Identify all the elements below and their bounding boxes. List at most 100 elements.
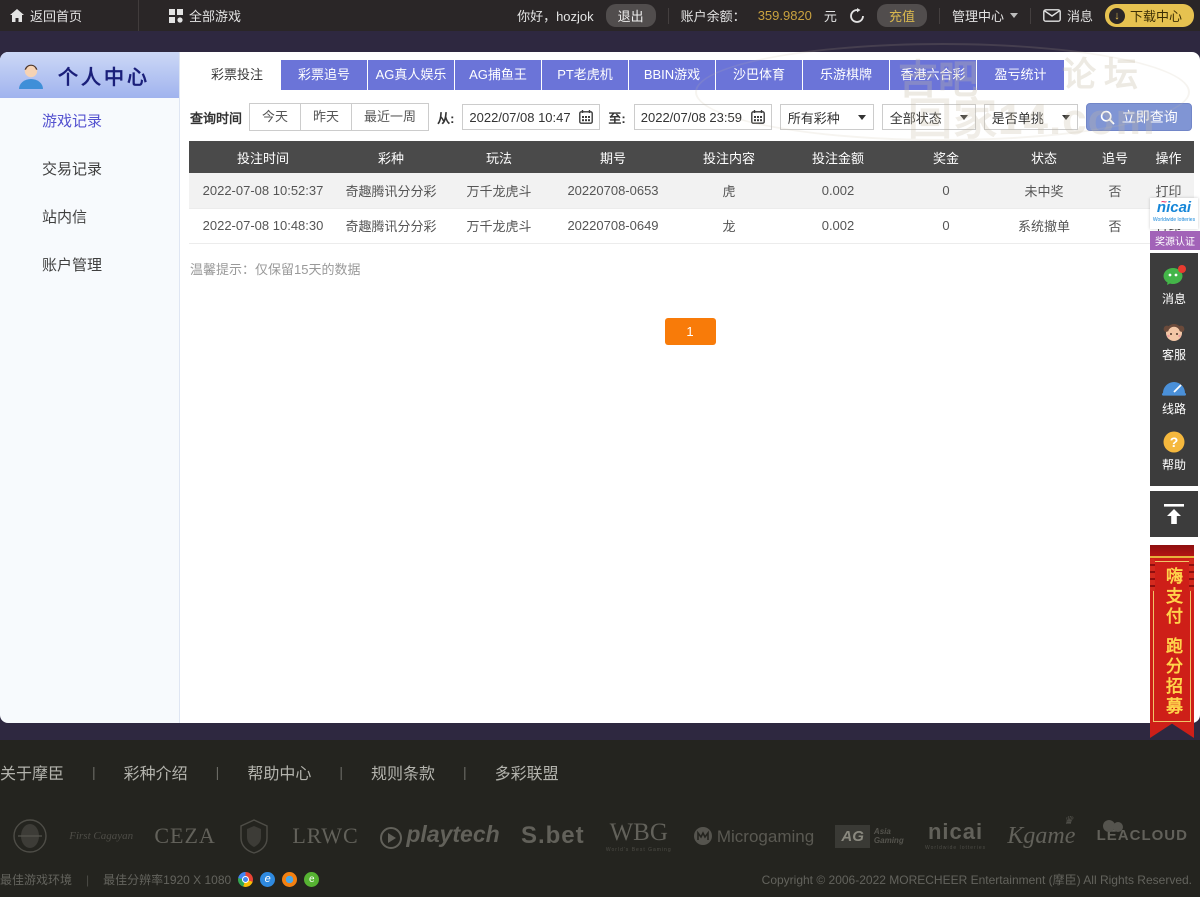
message-link[interactable]: 消息 xyxy=(1043,6,1093,25)
all-games-label: 全部游戏 xyxy=(189,6,241,25)
tab-lottery-chase[interactable]: 彩票追号 xyxy=(281,60,368,90)
sidebar-item-transaction-records[interactable]: 交易记录 xyxy=(0,146,179,194)
col-bet-time: 投注时间 xyxy=(189,141,337,173)
content-card: 个人中心 游戏记录 交易记录 站内信 账户管理 彩票投注 彩票追号 AG真人娱乐… xyxy=(0,52,1200,723)
sidebar-item-game-records[interactable]: 游戏记录 xyxy=(0,98,179,146)
back-home-link[interactable]: 返回首页 xyxy=(10,6,82,25)
nicai-logo-badge[interactable]: ~nicai Worldwide lotteries xyxy=(1150,198,1198,229)
ribbon-tassel xyxy=(1189,559,1194,591)
tab-saba-sports[interactable]: 沙巴体育 xyxy=(716,60,803,90)
search-button[interactable]: 立即查询 xyxy=(1086,103,1192,131)
lines-item[interactable]: 线路 xyxy=(1150,370,1198,424)
footer-link-alliance[interactable]: 多彩联盟 xyxy=(495,760,559,784)
back-to-top-button[interactable] xyxy=(1150,491,1198,537)
microgaming-logo: Microgaming xyxy=(693,826,814,846)
from-date-input[interactable]: 2022/07/08 10:47 xyxy=(462,104,600,130)
nicai-footer-logo: nicai Worldwide lotteries xyxy=(925,821,986,851)
to-label: 至: xyxy=(608,108,625,127)
crown-icon: ♛ xyxy=(1063,816,1073,827)
footer-link-rules[interactable]: 规则条款 xyxy=(371,760,435,784)
admin-center-menu[interactable]: 管理中心 xyxy=(952,6,1018,25)
yesterday-button[interactable]: 昨天 xyxy=(300,103,352,131)
search-icon xyxy=(1100,110,1115,125)
ag-asia-gaming-logo: AG AsiaGaming xyxy=(835,825,903,848)
to-date-input[interactable]: 2022/07/08 23:59 xyxy=(634,104,772,130)
prize-source-cert-badge[interactable]: 奖源认证 xyxy=(1150,231,1200,250)
cell-status: 系统撤单 xyxy=(1001,208,1087,243)
single-pick-select[interactable]: 是否单挑 xyxy=(984,104,1078,130)
footer-link-sep: | xyxy=(463,764,467,780)
sidebar-item-account-management[interactable]: 账户管理 xyxy=(0,242,179,290)
table-header-row: 投注时间 彩种 玩法 期号 投注内容 投注金额 奖金 状态 追号 操作 xyxy=(189,141,1194,173)
status-select[interactable]: 全部状态 xyxy=(882,104,976,130)
footer-link-about[interactable]: 关于摩臣 xyxy=(0,760,64,784)
footer-link-lottery-intro[interactable]: 彩种介绍 xyxy=(124,760,188,784)
tab-ag-live[interactable]: AG真人娱乐 xyxy=(368,60,455,90)
query-bar: 查询时间 今天 昨天 最近一周 从: 2022/07/08 10:47 至: 2… xyxy=(190,103,1200,131)
floating-sidebar: ~nicai Worldwide lotteries 奖源认证 消息 xyxy=(1150,198,1200,738)
lottery-type-select[interactable]: 所有彩种 xyxy=(780,104,874,130)
footer-bottom-bar: 最佳游戏环境 | 最佳分辨率1920 X 1080 e e Copyright … xyxy=(0,871,1192,888)
topbar-divider xyxy=(138,0,139,31)
nicai-logo-text: ~nicai xyxy=(1157,199,1191,216)
help-icon: ? xyxy=(1150,430,1198,454)
footer-link-help-center[interactable]: 帮助中心 xyxy=(247,760,311,784)
balance-unit: 元 xyxy=(824,6,837,25)
messages-item[interactable]: 消息 xyxy=(1150,258,1198,314)
sidebar-menu: 游戏记录 交易记录 站内信 账户管理 xyxy=(0,98,179,290)
firefox-icon xyxy=(282,872,297,887)
cell-amount: 0.002 xyxy=(785,208,891,243)
sidebar-header: 个人中心 xyxy=(0,52,179,98)
cell-chase: 否 xyxy=(1087,208,1143,243)
promo-ribbon-banner[interactable]: 嗨支付跑分招募 xyxy=(1150,545,1194,738)
today-button[interactable]: 今天 xyxy=(249,103,301,131)
tab-leyou-chess[interactable]: 乐游棋牌 xyxy=(803,60,890,90)
print-link[interactable]: 打印 xyxy=(1155,184,1181,199)
sbet-logo: S.bet xyxy=(521,824,585,848)
cell-playstyle: 万千龙虎斗 xyxy=(445,173,553,208)
col-playstyle: 玩法 xyxy=(445,141,553,173)
from-label: 从: xyxy=(437,108,454,127)
main-content: 彩票投注 彩票追号 AG真人娱乐 AG捕鱼王 PT老虎机 BBIN游戏 沙巴体育… xyxy=(180,52,1200,723)
top-bar: 返回首页 全部游戏 你好，hozjok 退出 账户余额： 359.9820 元 … xyxy=(0,0,1200,31)
tab-hk-lottery[interactable]: 香港六合彩 xyxy=(890,60,977,90)
tab-bbin-games[interactable]: BBIN游戏 xyxy=(629,60,716,90)
lrwc-logo: LRWC xyxy=(292,825,358,847)
refresh-icon[interactable] xyxy=(849,8,865,24)
from-date-value: 2022/07/08 10:47 xyxy=(469,110,570,125)
tab-lottery-bets[interactable]: 彩票投注 xyxy=(194,60,281,90)
cell-content: 虎 xyxy=(673,173,785,208)
partner-logos: First Cagayan CEZA LRWC playtech S.bet W… xyxy=(0,808,1200,864)
ie-icon: e xyxy=(260,872,275,887)
cell-lottery: 奇趣腾讯分分彩 xyxy=(337,208,445,243)
browser-360-icon: e xyxy=(304,872,319,887)
lottery-type-value: 所有彩种 xyxy=(788,108,840,127)
last-week-button[interactable]: 最近一周 xyxy=(351,103,429,131)
recharge-button[interactable]: 充值 xyxy=(877,4,927,27)
download-center-button[interactable]: ↓ 下载中心 xyxy=(1105,4,1194,27)
chrome-icon xyxy=(238,872,253,887)
tab-pt-slots[interactable]: PT老虎机 xyxy=(542,60,629,90)
sidebar: 个人中心 游戏记录 交易记录 站内信 账户管理 xyxy=(0,52,180,723)
cell-amount: 0.002 xyxy=(785,173,891,208)
single-pick-value: 是否单挑 xyxy=(992,108,1044,127)
grid-icon xyxy=(169,9,183,23)
page-1-button[interactable]: 1 xyxy=(665,318,716,345)
sidebar-item-site-mail[interactable]: 站内信 xyxy=(0,194,179,242)
chevron-down-icon xyxy=(1062,115,1070,120)
nicai-accent-mark: ~ xyxy=(1161,194,1167,211)
wbg-logo: WBG World's Best Gaming xyxy=(606,820,672,853)
cell-issue: 20220708-0649 xyxy=(553,208,673,243)
footer-link-sep: | xyxy=(339,764,343,780)
customer-service-item[interactable]: 客服 xyxy=(1150,314,1198,370)
home-icon xyxy=(10,9,24,22)
all-games-link[interactable]: 全部游戏 xyxy=(169,6,241,25)
nicai-logo-subtext: Worldwide lotteries xyxy=(1150,217,1198,223)
tab-profit-stats[interactable]: 盈亏统计 xyxy=(977,60,1064,90)
help-item[interactable]: ? 帮助 xyxy=(1150,424,1198,480)
best-env-label: 最佳游戏环境 xyxy=(0,871,72,888)
tab-ag-fishing[interactable]: AG捕鱼王 xyxy=(455,60,542,90)
calendar-icon xyxy=(751,110,765,124)
retention-tip: 温馨提示：仅保留15天的数据 xyxy=(190,259,1200,278)
logout-button[interactable]: 退出 xyxy=(606,4,656,27)
